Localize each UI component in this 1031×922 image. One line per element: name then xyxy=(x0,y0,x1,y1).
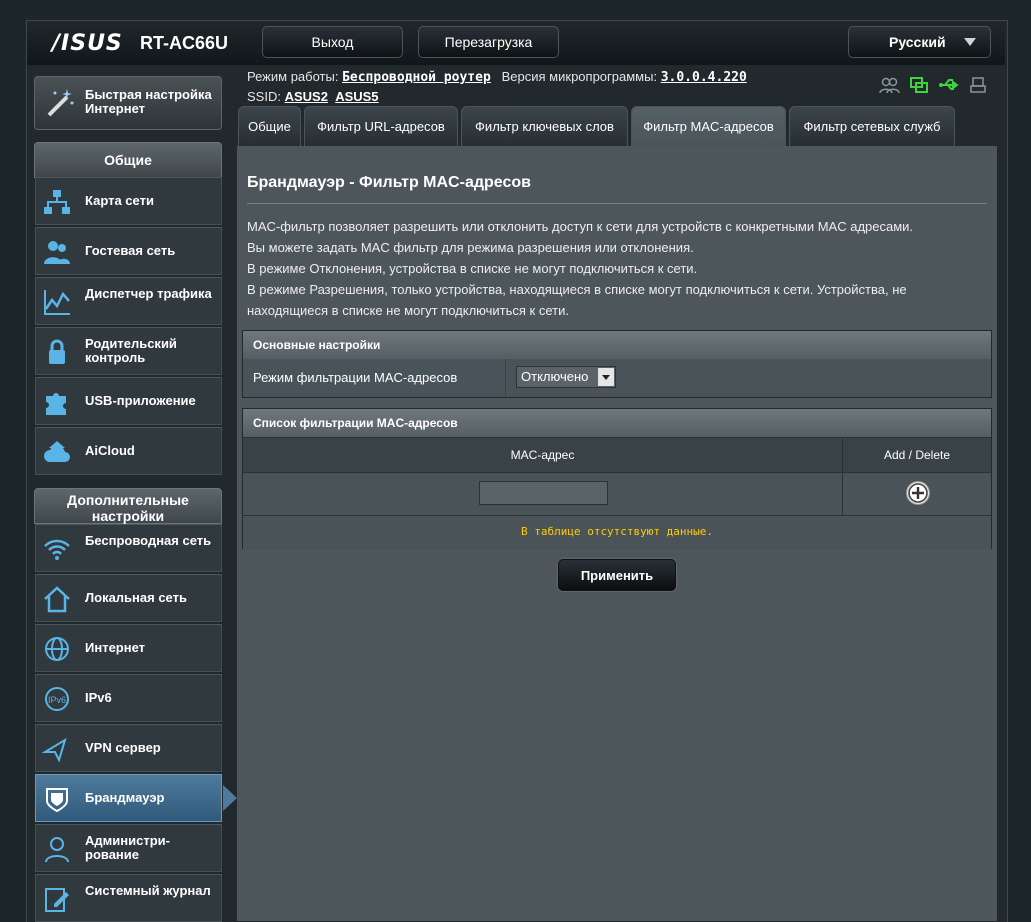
sidebar-item-label: Локальная сеть xyxy=(85,590,187,605)
sidebar-item-label: Брандмауэр xyxy=(85,790,165,805)
sidebar-item-vpn[interactable]: VPN сервер xyxy=(35,724,222,772)
description: MAC-фильтр позволяет разрешить или откло… xyxy=(247,216,987,321)
sidebar-item-label: Системный журнал xyxy=(85,883,211,898)
sidebar-item-wireless[interactable]: Беспроводная сеть xyxy=(35,524,222,572)
sidebar-item-system-log[interactable]: Системный журнал xyxy=(35,874,222,922)
description-line: В режиме Разрешения, только устройства, … xyxy=(247,282,907,297)
usb-icon[interactable] xyxy=(938,76,960,94)
sidebar-item-label: USB-приложение xyxy=(85,393,196,408)
ipv6-icon: IPv6 xyxy=(45,687,69,711)
network-map-icon xyxy=(44,190,70,214)
sidebar-item-label: Родительский контроль xyxy=(85,336,177,365)
page-title: Брандмауэр - Фильтр MAC-адресов xyxy=(247,174,531,191)
shield-icon xyxy=(46,788,68,813)
advanced-section-header: Дополнительные настройки xyxy=(34,488,222,524)
sidebar-item-label: Администри-рование xyxy=(85,833,170,862)
filter-mode-row: Режим фильтрации MAC-адресов xyxy=(243,359,991,397)
magic-wand-icon xyxy=(47,89,74,117)
sidebar-item-label: Диспетчер трафика xyxy=(85,286,212,301)
op-mode-link[interactable]: Беспроводной роутер xyxy=(342,70,491,85)
sidebar-item-label: Беспроводная сеть xyxy=(85,533,212,548)
sidebar-item-label: AiCloud xyxy=(85,443,135,458)
add-icon[interactable] xyxy=(905,480,931,506)
sidebar-item-label: VPN сервер xyxy=(85,740,161,755)
empty-table-message: В таблице отсутствуют данные. xyxy=(243,515,991,550)
title-divider xyxy=(247,203,987,204)
filter-mode-label: Режим фильтрации MAC-адресов xyxy=(253,370,458,385)
puzzle-icon xyxy=(46,393,66,415)
sidebar-item-usb-app[interactable]: USB-приложение xyxy=(35,377,222,425)
clients-icon[interactable] xyxy=(878,76,900,94)
tab-keyword-filter[interactable]: Фильтр ключевых слов xyxy=(461,106,628,146)
ssid-5g-link[interactable]: ASUS5 xyxy=(335,89,378,104)
vpn-icon xyxy=(42,737,67,763)
filter-mode-select[interactable]: Отключено xyxy=(516,366,616,388)
sidebar-item-firewall[interactable]: Брандмауэр xyxy=(35,774,237,822)
mac-list-column-header-row: MAC-адрес Add / Delete xyxy=(243,437,991,472)
op-mode-label: Режим работы: xyxy=(247,69,339,84)
chevron-down-icon xyxy=(964,38,976,46)
chevron-down-icon xyxy=(598,368,614,386)
language-select[interactable]: Русский xyxy=(848,26,991,58)
sidebar-item-guest-network[interactable]: Гостевая сеть xyxy=(35,227,222,275)
apply-button[interactable]: Применить xyxy=(558,559,676,591)
sidebar-item-ipv6[interactable]: IPv6 IPv6 xyxy=(35,674,222,722)
tab-url-filter[interactable]: Фильтр URL-адресов xyxy=(304,106,458,146)
ssid-label: SSID: xyxy=(247,89,281,104)
wifi-icon xyxy=(44,539,70,560)
description-line: находящиеся в списке не могут подключить… xyxy=(247,303,569,318)
action-column-header: Add / Delete xyxy=(883,448,951,462)
description-line: В режиме Отклонения, устройства в списке… xyxy=(247,261,698,276)
tab-service-filter[interactable]: Фильтр сетевых служб xyxy=(789,106,955,146)
sidebar-item-internet[interactable]: Интернет xyxy=(35,624,222,672)
tab-general[interactable]: Общие xyxy=(238,106,301,146)
sidebar-item-aicloud[interactable]: AiCloud xyxy=(35,427,222,475)
status-icons xyxy=(878,76,990,94)
sidebar-item-label: Карта сети xyxy=(85,193,154,208)
general-section-header: Общие xyxy=(34,142,222,178)
quick-setup-button[interactable]: Быстрая настройка Интернет xyxy=(34,76,222,130)
info-bar: Режим работы: Беспроводной роутер Версия… xyxy=(247,67,747,106)
sidebar-item-label: Гостевая сеть xyxy=(85,243,176,258)
sidebar-item-label: Интернет xyxy=(85,640,146,655)
quick-setup-label: Быстрая настройка Интернет xyxy=(85,87,212,116)
sidebar-item-parental-control[interactable]: Родительский контроль xyxy=(35,327,222,375)
log-edit-icon xyxy=(45,888,69,912)
mac-address-input[interactable] xyxy=(479,481,608,505)
svg-text:IPv6: IPv6 xyxy=(48,695,66,705)
sidebar-item-lan[interactable]: Локальная сеть xyxy=(35,574,222,622)
mac-column-header: MAC-адрес xyxy=(510,448,575,462)
cloud-icon xyxy=(44,441,70,462)
filter-mode-value: Отключено xyxy=(521,369,589,384)
admin-user-icon xyxy=(45,837,69,863)
mac-filter-list-table: Список фильтрации MAC-адресов MAC-адрес … xyxy=(242,408,992,550)
model-name: RT-AC66U xyxy=(140,33,229,53)
ssid-2g-link[interactable]: ASUS2 xyxy=(285,89,328,104)
language-label: Русский xyxy=(889,34,946,50)
home-icon xyxy=(44,586,70,613)
basic-settings-header: Основные настройки xyxy=(243,331,991,359)
printer-icon[interactable] xyxy=(968,76,990,94)
tab-mac-filter[interactable]: Фильтр MAC-адресов xyxy=(631,106,786,146)
logout-button[interactable]: Выход xyxy=(262,26,403,58)
description-line: MAC-фильтр позволяет разрешить или откло… xyxy=(247,219,914,234)
traffic-manager-icon xyxy=(44,290,70,315)
sidebar-item-network-map[interactable]: Карта сети xyxy=(35,177,222,225)
sidebar-item-traffic-manager[interactable]: Диспетчер трафика xyxy=(35,277,222,325)
mac-list-header: Список фильтрации MAC-адресов xyxy=(243,409,991,437)
basic-settings-table: Основные настройки Режим фильтрации MAC-… xyxy=(242,330,992,398)
sidebar-item-administration[interactable]: Администри-рование xyxy=(35,824,222,872)
reboot-button[interactable]: Перезагрузка xyxy=(418,26,559,58)
firmware-link[interactable]: 3.0.0.4.220 xyxy=(661,70,747,85)
guest-network-icon xyxy=(44,241,70,264)
description-line: Вы можете задать MAC фильтр для режима р… xyxy=(247,240,694,255)
asus-logo[interactable]: /ISUS xyxy=(52,31,123,56)
mac-input-row xyxy=(243,472,991,515)
lock-icon xyxy=(49,339,65,364)
globe-icon xyxy=(45,637,69,661)
wan-status-icon[interactable] xyxy=(908,76,930,94)
firmware-label: Версия микропрограммы: xyxy=(501,69,658,84)
sidebar-item-label: IPv6 xyxy=(85,690,112,705)
